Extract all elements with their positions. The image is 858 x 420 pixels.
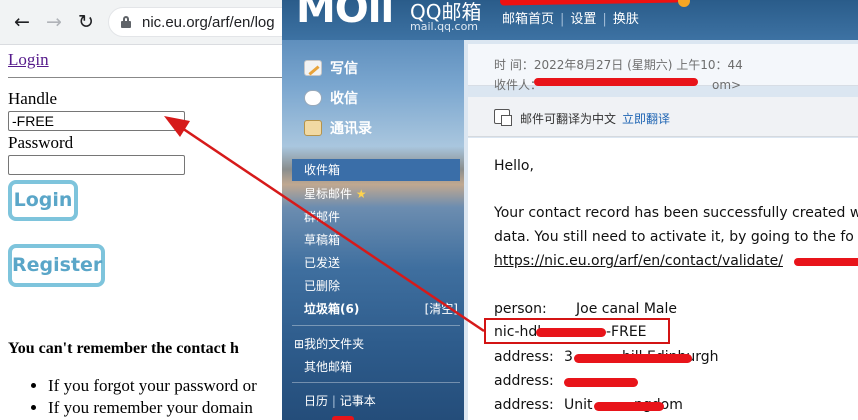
list-item: If you forgot your password or (48, 375, 257, 397)
mail-time: 时 间：2022年8月27日 (星期六) 上午10：44 (494, 58, 743, 72)
settings-link[interactable]: 设置 (570, 12, 596, 27)
password-label: Password (8, 133, 74, 152)
pencil-icon (304, 60, 322, 76)
address-value: 3 (564, 349, 573, 365)
help-list: If you forgot your password or If you re… (28, 375, 257, 419)
address-value: Unit (564, 397, 593, 413)
login-link[interactable]: Login (8, 50, 49, 70)
clear-spam-link[interactable]: [清空] (425, 300, 458, 317)
contacts-button[interactable]: 通讯录 (304, 118, 372, 138)
address-label: address: (494, 397, 554, 413)
translate-text: 邮件可翻译为中文 (520, 112, 617, 126)
notes-link[interactable]: 记事本 (340, 394, 376, 408)
receive-button[interactable]: 收信 (304, 88, 358, 108)
envelope-icon (304, 90, 322, 106)
my-folders[interactable]: ⊞我的文件夹 (294, 335, 364, 352)
mail-header: 时 间：2022年8月27日 (星期六) 上午10：44 收件人： om> (468, 44, 858, 92)
screenshot-root: ← → ↻ nic.eu.org/arf/en/log Login Handle… (0, 0, 858, 420)
redaction-mark (332, 416, 354, 420)
redaction-mark (564, 378, 638, 387)
back-icon[interactable]: ← (10, 10, 34, 34)
qqmail-domain: mail.qq.com (410, 20, 479, 33)
change-skin-link[interactable]: 换肤 (613, 12, 639, 27)
translate-icon (494, 109, 512, 126)
mail-view: 时 间：2022年8月27日 (星期六) 上午10：44 收件人： om> 邮件可… (464, 40, 858, 420)
divider (8, 77, 300, 78)
mailbox-home-link[interactable]: 邮箱首页 (502, 12, 554, 27)
other-mailbox[interactable]: 其他邮箱 (304, 358, 352, 375)
folder-drafts[interactable]: 草稿箱 (304, 231, 340, 248)
mail-body: Hello, Your contact record has been succ… (468, 138, 858, 420)
folder-starred[interactable]: 星标邮件 ★ (304, 185, 367, 202)
highlight-box (484, 318, 670, 344)
divider (292, 325, 460, 326)
url-text: nic.eu.org/arf/en/log (142, 14, 275, 31)
translate-now-link[interactable]: 立即翻译 (622, 112, 670, 126)
folder-spam[interactable]: 垃圾箱(6) (304, 300, 359, 317)
forward-icon[interactable]: → (42, 10, 66, 34)
person-label: person: (494, 301, 547, 317)
folder-deleted[interactable]: 已删除 (304, 277, 340, 294)
calendar-link[interactable]: 日历 | 记事本 (304, 392, 376, 409)
browser-window: ← → ↻ nic.eu.org/arf/en/log Login Handle… (0, 0, 318, 420)
handle-input[interactable]: -FREE (8, 111, 185, 131)
address-label: address: (494, 349, 554, 365)
address-book-icon (304, 120, 322, 136)
qqmail-window: MOil QQ邮箱 mail.qq.com 邮箱首页 | 设置 | 换肤 写信 收信 通… (282, 0, 858, 420)
redaction-mark (794, 258, 858, 266)
browser-toolbar: ← → ↻ nic.eu.org/arf/en/log (0, 0, 318, 45)
reload-icon[interactable]: ↻ (74, 10, 98, 34)
star-icon: ★ (355, 187, 367, 201)
redaction-mark (499, 0, 681, 6)
body-line: Your contact record has been successfull… (494, 205, 858, 221)
greeting: Hello, (494, 158, 534, 174)
validate-link[interactable]: https://nic.eu.org/arf/en/contact/valida… (494, 253, 783, 269)
translate-bar: 邮件可翻译为中文 立即翻译 (468, 97, 858, 137)
qqmail-sidebar: 写信 收信 通讯录 收件箱 星标邮件 ★ 群邮件 草稿箱 已发送 已删除 垃圾箱… (282, 40, 464, 420)
forgot-heading: You can't remember the contact h (8, 340, 239, 357)
redaction-mark (574, 354, 692, 363)
expand-icon: ⊞ (294, 337, 305, 351)
redaction-mark (534, 78, 698, 86)
folder-sent[interactable]: 已发送 (304, 254, 340, 271)
lock-icon (121, 16, 131, 28)
divider (292, 382, 460, 383)
body-line: data. You still need to activate it, by … (494, 229, 854, 245)
login-button[interactable]: Login (8, 180, 78, 221)
qqmail-logo: MOil (296, 0, 394, 32)
register-button[interactable]: Register (8, 244, 105, 287)
qqmail-header: MOil QQ邮箱 mail.qq.com 邮箱首页 | 设置 | 换肤 (282, 0, 858, 40)
password-input[interactable] (8, 155, 185, 175)
person-value: Joe canal Male (576, 301, 677, 317)
status-dot-icon (678, 0, 690, 7)
folder-group[interactable]: 群邮件 (304, 208, 340, 225)
compose-button[interactable]: 写信 (304, 58, 358, 78)
list-item: If you remember your domain (48, 397, 257, 419)
handle-label: Handle (8, 89, 58, 108)
address-label: address: (494, 373, 554, 389)
redaction-mark (594, 402, 664, 411)
folder-inbox[interactable]: 收件箱 (292, 159, 460, 181)
header-links: 邮箱首页 | 设置 | 换肤 (502, 12, 639, 27)
